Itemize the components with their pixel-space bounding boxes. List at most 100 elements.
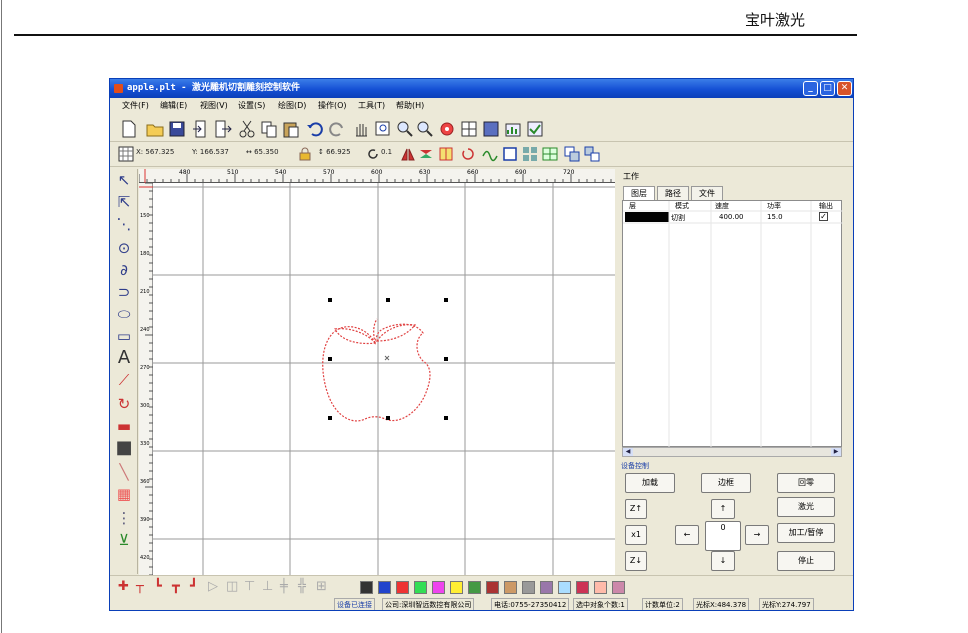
minimize-button[interactable]: _ <box>803 81 818 96</box>
dot-matrix-icon[interactable]: ▦ <box>115 485 133 503</box>
node-edit-icon[interactable]: ⇱ <box>115 193 133 211</box>
move-down-button[interactable]: ↓ <box>711 551 735 571</box>
cut-icon[interactable] <box>238 120 256 138</box>
align-left-top-icon[interactable]: ┬ <box>136 579 144 595</box>
fill-square-icon[interactable] <box>482 120 500 138</box>
color-swatch[interactable] <box>504 581 517 594</box>
align-center-v-icon[interactable]: ⊤ <box>244 579 255 595</box>
zoom-in-icon[interactable] <box>396 120 414 138</box>
spiral-tool-icon[interactable]: ∂ <box>115 261 133 279</box>
align-right-icon[interactable]: ▷ <box>208 579 218 595</box>
lock-ratio-icon[interactable] <box>298 147 312 161</box>
color-swatch[interactable] <box>576 581 589 594</box>
settings-gear-icon[interactable] <box>438 120 456 138</box>
bar-tool-icon[interactable]: ▬ <box>115 417 133 435</box>
curve-smooth-icon[interactable] <box>482 146 498 162</box>
dots-array-icon[interactable]: ⋮ <box>115 509 133 527</box>
menu-draw[interactable]: 绘图(D) <box>278 98 306 114</box>
grid-view-icon[interactable] <box>460 120 478 138</box>
check-icon[interactable] <box>526 120 544 138</box>
paste-icon[interactable] <box>282 120 300 138</box>
zoom-out-icon[interactable] <box>416 120 434 138</box>
tab-path[interactable]: 路径 <box>657 186 689 200</box>
point-circle-icon[interactable]: ⊙ <box>115 239 133 257</box>
color-swatch[interactable] <box>558 581 571 594</box>
zoom-window-icon[interactable] <box>374 120 392 138</box>
ellipse-tool-icon[interactable]: ⬭ <box>115 305 133 323</box>
maximize-button[interactable]: □ <box>820 81 835 96</box>
mirror-horizontal-icon[interactable] <box>400 146 416 162</box>
array-grid-icon[interactable] <box>522 146 538 162</box>
mirror-vertical-icon[interactable] <box>418 146 434 162</box>
eraser-tool-icon[interactable]: ╲ <box>115 463 133 481</box>
laser-button[interactable]: 激光 <box>777 497 835 517</box>
close-button[interactable]: ✕ <box>837 81 852 96</box>
move-up-button[interactable]: ↑ <box>711 499 735 519</box>
table-grid-icon[interactable] <box>542 146 558 162</box>
coord-y-field[interactable]: Y: 166.537 <box>192 148 229 156</box>
coord-x-field[interactable]: X: 567.325 <box>136 148 174 156</box>
menu-operate[interactable]: 操作(O) <box>318 98 347 114</box>
copy-icon[interactable] <box>260 120 278 138</box>
align-center-icon[interactable] <box>438 146 454 162</box>
distribute-h-icon[interactable]: ⊥ <box>262 579 273 595</box>
color-swatch[interactable] <box>414 581 427 594</box>
same-width-icon[interactable]: ╬ <box>298 579 306 595</box>
align-top-icon[interactable]: ┳ <box>172 579 180 595</box>
color-swatch[interactable] <box>396 581 409 594</box>
process-pause-button[interactable]: 加工/暂停 <box>777 523 835 543</box>
z-down-button[interactable]: Z↓ <box>625 551 647 571</box>
import-icon[interactable] <box>192 120 210 138</box>
align-bottom-left-icon[interactable]: ┗ <box>154 579 162 595</box>
color-swatch[interactable] <box>486 581 499 594</box>
menu-file[interactable]: 文件(F) <box>122 98 149 114</box>
rect-select-icon[interactable] <box>502 146 518 162</box>
text-tool-icon[interactable]: A <box>115 349 133 367</box>
move-left-button[interactable]: ← <box>675 525 699 545</box>
layer-color-swatch[interactable] <box>625 212 669 222</box>
width-field[interactable]: ↔ 65.350 <box>246 148 279 156</box>
horizontal-scrollbar[interactable]: ◀ ▶ <box>622 447 842 457</box>
color-swatch[interactable] <box>360 581 373 594</box>
open-folder-icon[interactable] <box>146 120 164 138</box>
origin-indicator[interactable]: 0 <box>705 521 741 551</box>
chart-icon[interactable] <box>504 120 522 138</box>
frame-button[interactable]: 边框 <box>701 473 751 493</box>
fill-tool-icon[interactable]: ■ <box>115 439 133 457</box>
z-up-button[interactable]: Z↑ <box>625 499 647 519</box>
menu-help[interactable]: 帮助(H) <box>396 98 424 114</box>
crosshair-icon[interactable]: ✚ <box>118 579 129 595</box>
new-file-icon[interactable] <box>120 120 138 138</box>
align-bottom-icon[interactable]: ┛ <box>190 579 198 595</box>
rotate-icon[interactable] <box>366 147 380 161</box>
move-right-button[interactable]: → <box>745 525 769 545</box>
export-icon[interactable] <box>214 120 232 138</box>
rotate-tool-icon[interactable]: ↻ <box>115 395 133 413</box>
same-height-icon[interactable]: ⊞ <box>316 579 327 595</box>
tab-layer[interactable]: 图层 <box>623 186 655 200</box>
height-field[interactable]: ↕ 66.925 <box>318 148 351 156</box>
color-swatch[interactable] <box>450 581 463 594</box>
menu-tools[interactable]: 工具(T) <box>358 98 385 114</box>
position-grid-icon[interactable] <box>118 146 134 162</box>
menu-view[interactable]: 视图(V) <box>200 98 228 114</box>
layer-output-checkbox[interactable]: ✓ <box>819 212 828 221</box>
color-swatch[interactable] <box>432 581 445 594</box>
measure-tool-icon[interactable]: ⊻ <box>115 531 133 549</box>
drawing-canvas[interactable] <box>153 183 615 575</box>
pen-tool-icon[interactable]: ⟋ <box>115 371 133 389</box>
distribute-v-icon[interactable]: ╪ <box>280 579 288 595</box>
menu-settings[interactable]: 设置(S) <box>238 98 265 114</box>
color-swatch[interactable] <box>540 581 553 594</box>
arc-tool-icon[interactable]: ⊃ <box>115 283 133 301</box>
menu-edit[interactable]: 编辑(E) <box>160 98 187 114</box>
rectangle-tool-icon[interactable]: ▭ <box>115 327 133 345</box>
color-swatch[interactable] <box>468 581 481 594</box>
group-icon[interactable] <box>564 146 580 162</box>
home-button[interactable]: 回零 <box>777 473 835 493</box>
load-button[interactable]: 加载 <box>625 473 675 493</box>
save-icon[interactable] <box>168 120 186 138</box>
scroll-right-icon[interactable]: ▶ <box>831 448 841 456</box>
rotate-ccw-icon[interactable] <box>460 146 476 162</box>
stop-button[interactable]: 停止 <box>777 551 835 571</box>
